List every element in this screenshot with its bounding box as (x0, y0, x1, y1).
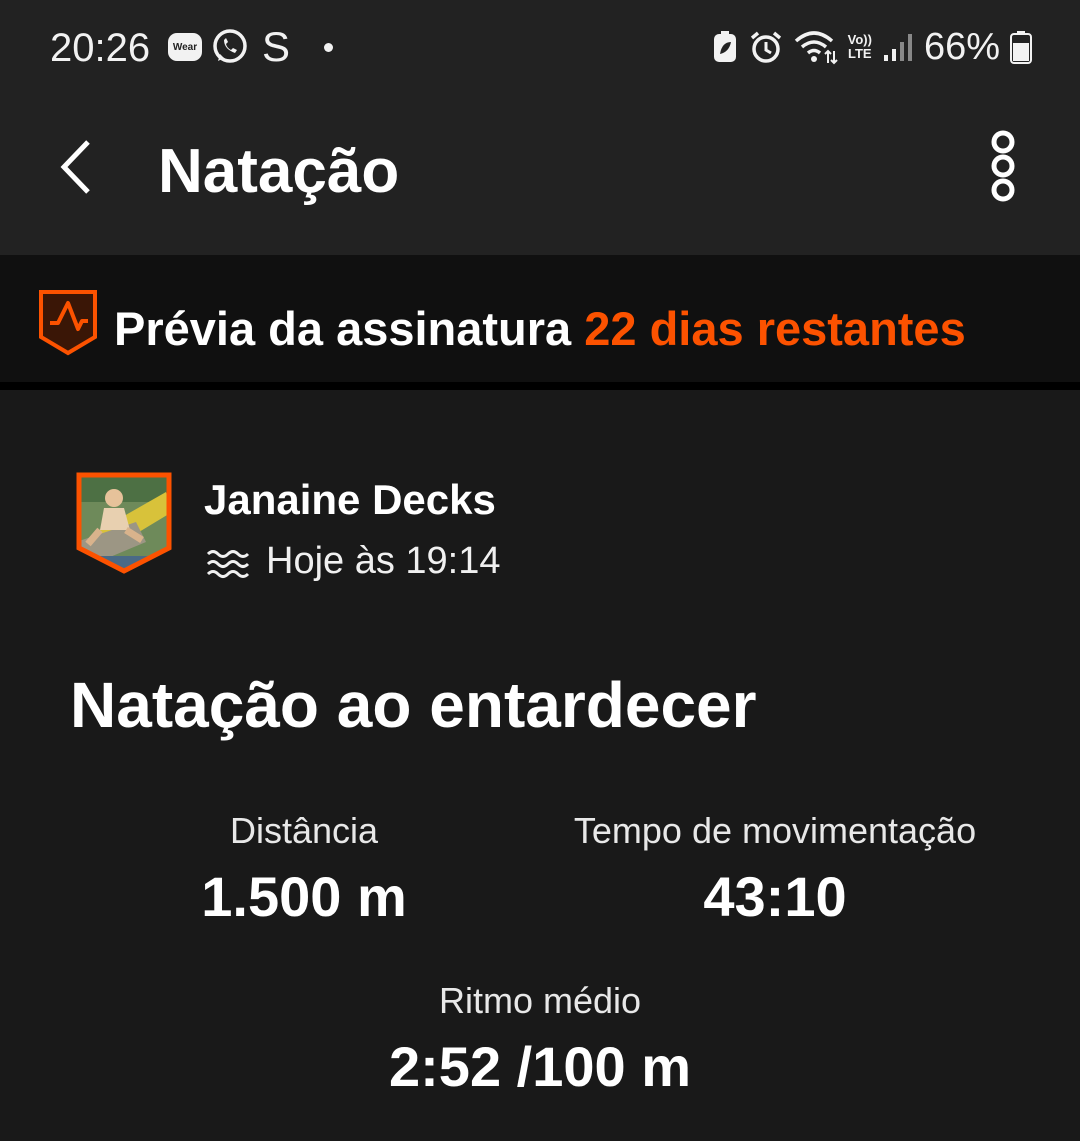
more-vertical-icon (991, 130, 1015, 202)
stat-avg-pace: Ritmo médio 2:52 /100 m (290, 980, 790, 1099)
activity-timestamp: Hoje às 19:14 (266, 540, 501, 582)
status-left-icons: Wear S (168, 23, 334, 70)
stat-avg-pace-label: Ritmo médio (438, 980, 642, 1021)
status-time: 20:26 (50, 26, 151, 70)
battery-saver-icon (713, 31, 736, 62)
status-right-icons: Vo)) LTE 66% (712, 24, 1032, 70)
page-title: Natação (158, 137, 400, 206)
stat-distance-value: 1.500 m (201, 865, 407, 928)
status-bar: 20:26 Wear S Vo)) LTE 66% (0, 0, 1080, 100)
s-app-icon: S (262, 23, 291, 70)
alarm-icon (750, 31, 781, 63)
subscription-banner[interactable]: Prévia da assinatura 22 dias restantes (0, 255, 1080, 390)
activity-card: Janaine Decks Hoje às 19:14 Natação ao e… (0, 398, 1080, 1141)
chevron-left-icon (60, 140, 90, 194)
stat-moving-time: Tempo de movimentação 43:10 (540, 810, 1010, 929)
stat-avg-pace-value: 2:52 /100 m (389, 1035, 691, 1098)
battery-percent: 66% (923, 25, 1000, 68)
activity-meta: Hoje às 19:14 (204, 540, 501, 583)
back-button[interactable] (50, 134, 110, 200)
athlete-name[interactable]: Janaine Decks (204, 476, 496, 524)
stat-moving-time-value: 43:10 (703, 865, 847, 928)
battery-icon (1010, 31, 1032, 64)
notification-dot-icon (324, 42, 334, 52)
more-options-button[interactable] (980, 130, 1026, 202)
avatar[interactable] (76, 472, 172, 574)
activity-title: Natação ao entardecer (70, 669, 757, 741)
whatsapp-icon (213, 29, 247, 63)
stat-distance-label: Distância (229, 810, 379, 851)
swim-icon (206, 549, 250, 578)
stat-distance: Distância 1.500 m (144, 810, 464, 929)
wear-icon: Wear (168, 33, 202, 61)
wifi-icon (794, 31, 838, 65)
subscription-label: Prévia da assinatura (114, 302, 572, 355)
stat-moving-time-label: Tempo de movimentação (573, 810, 977, 851)
strava-subscription-icon (39, 290, 97, 356)
signal-icon (883, 34, 912, 61)
subscription-days-remaining: 22 dias restantes (584, 302, 966, 355)
subscription-text: Prévia da assinatura 22 dias restantes (114, 301, 966, 356)
volte-icon: Vo)) LTE (847, 32, 872, 61)
app-header: Natação (0, 100, 1080, 255)
